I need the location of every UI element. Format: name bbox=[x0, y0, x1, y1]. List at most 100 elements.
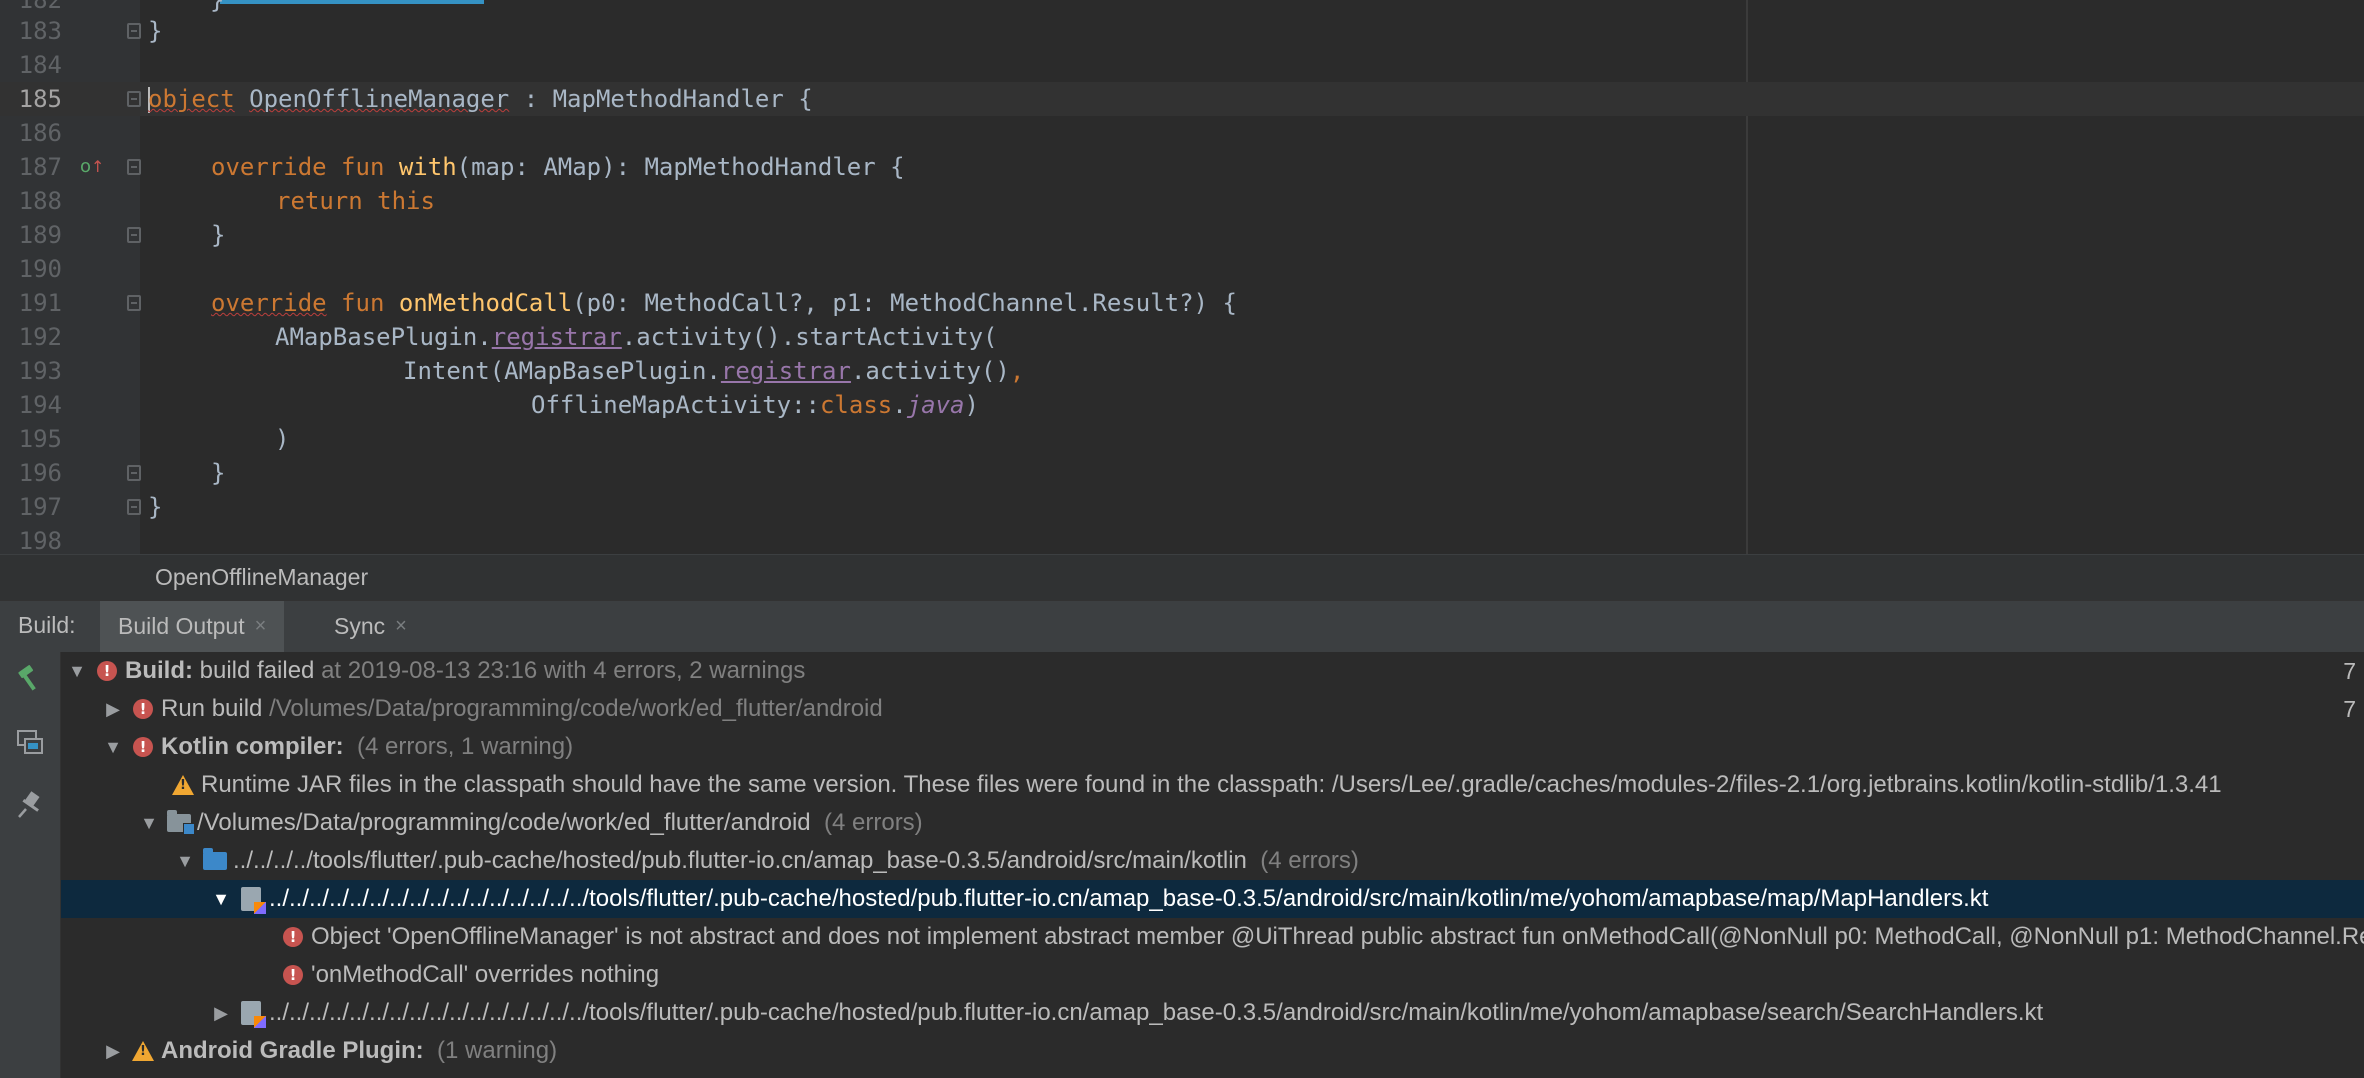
chevron-down-icon[interactable]: ▼ bbox=[209, 880, 233, 918]
tree-row-file-searchhandlers[interactable]: ▶ ../../../../../../../../../../../../..… bbox=[61, 994, 2364, 1032]
line-number: 195 bbox=[18, 425, 62, 453]
tab-build-output[interactable]: Build Output × bbox=[100, 601, 285, 652]
code-editor[interactable]: 182 } 183 } 184 185 object OpenOfflineMa… bbox=[0, 0, 2364, 554]
line-number: 190 bbox=[18, 255, 62, 283]
fold-end-icon[interactable] bbox=[127, 499, 141, 515]
code-text: AMapBasePlugin.registrar.activity().star… bbox=[275, 323, 998, 351]
build-toolbar bbox=[0, 652, 61, 1078]
keyword-token: bject bbox=[162, 85, 235, 113]
code-line-current: 185 object OpenOfflineManager : MapMetho… bbox=[0, 82, 2364, 116]
chevron-down-icon[interactable]: ▼ bbox=[137, 804, 161, 842]
code-text: } bbox=[211, 221, 226, 249]
breadcrumb[interactable]: OpenOfflineManager bbox=[155, 564, 368, 591]
code-line: 192 AMapBasePlugin.registrar.activity().… bbox=[0, 320, 2364, 354]
chevron-right-icon[interactable]: ▶ bbox=[209, 994, 233, 1032]
line-number: 184 bbox=[18, 51, 62, 79]
class-name-token: OpenOfflineManager bbox=[249, 85, 510, 113]
build-duration: 7 bbox=[2343, 658, 2356, 684]
code-text: } bbox=[211, 459, 226, 487]
tree-row-warning-jar[interactable]: Runtime JAR files in the classpath shoul… bbox=[61, 766, 2364, 804]
agp-label: Android Gradle Plugin: bbox=[161, 1037, 424, 1064]
chevron-right-icon[interactable]: ▶ bbox=[101, 1032, 125, 1070]
fold-end-icon[interactable] bbox=[127, 23, 141, 39]
run-build-path: /Volumes/Data/programming/code/work/ed_f… bbox=[269, 695, 883, 722]
close-icon[interactable]: × bbox=[395, 615, 407, 638]
tree-row-source-folder[interactable]: ▼ ../../../../tools/flutter/.pub-cache/h… bbox=[61, 842, 2364, 880]
close-icon[interactable]: × bbox=[255, 615, 267, 638]
code-line: 191 override fun onMethodCall(p0: Method… bbox=[0, 286, 2364, 320]
line-number: 183 bbox=[18, 17, 62, 45]
line-number: 193 bbox=[18, 357, 62, 385]
code-text: Intent(AMapBasePlugin.registrar.activity… bbox=[403, 357, 1025, 385]
keyword-token: o bbox=[148, 85, 163, 113]
error-icon: ! bbox=[281, 918, 305, 956]
tree-row-module[interactable]: ▼ /Volumes/Data/programming/code/work/ed… bbox=[61, 804, 2364, 842]
build-label: Build: bbox=[125, 657, 193, 684]
tree-row-file-maphandlers[interactable]: ▼ ../../../../../../../../../../../../..… bbox=[61, 880, 2364, 918]
code-line: 184 bbox=[0, 48, 2364, 82]
fold-start-icon[interactable] bbox=[127, 295, 141, 311]
module-path: /Volumes/Data/programming/code/work/ed_f… bbox=[197, 809, 811, 836]
line-number: 187 bbox=[18, 153, 62, 181]
line-number: 192 bbox=[18, 323, 62, 351]
line-number: 185 bbox=[18, 85, 62, 113]
fold-end-icon[interactable] bbox=[127, 465, 141, 481]
chevron-down-icon[interactable]: ▼ bbox=[65, 652, 89, 690]
chevron-down-icon[interactable]: ▼ bbox=[101, 728, 125, 766]
line-number: 189 bbox=[18, 221, 62, 249]
code-line: 194 OfflineMapActivity::class.java) bbox=[0, 388, 2364, 422]
code-text: override fun with(map: AMap): MapMethodH… bbox=[211, 153, 905, 181]
hammer-icon[interactable] bbox=[10, 658, 50, 698]
error-icon: ! bbox=[95, 652, 119, 690]
build-output-tree: ▼ ! Build: build failed at 2019-08-13 23… bbox=[61, 652, 2364, 1078]
file-path: ../../../../../../../../../../../../../.… bbox=[269, 885, 1989, 912]
line-number: 186 bbox=[18, 119, 62, 147]
code-text: override fun onMethodCall(p0: MethodCall… bbox=[211, 289, 1237, 317]
chevron-down-icon[interactable]: ▼ bbox=[173, 842, 197, 880]
kotlin-compiler-count: (4 errors, 1 warning) bbox=[357, 733, 574, 760]
line-number: 197 bbox=[18, 493, 62, 521]
tree-row-android-gradle-plugin[interactable]: ▶ Android Gradle Plugin: (1 warning) bbox=[61, 1032, 2364, 1070]
fold-start-icon[interactable] bbox=[127, 159, 141, 175]
code-text: } bbox=[148, 17, 163, 45]
code-line: 188 return this bbox=[0, 184, 2364, 218]
line-number: 188 bbox=[18, 187, 62, 215]
toggle-view-icon[interactable] bbox=[10, 722, 50, 762]
source-folder-path: ../../../../tools/flutter/.pub-cache/hos… bbox=[233, 847, 1247, 874]
tab-label: Build Output bbox=[118, 613, 245, 639]
tree-row-error[interactable]: ! Object 'OpenOfflineManager' is not abs… bbox=[61, 918, 2364, 956]
tree-row-kotlin-compiler[interactable]: ▼ ! Kotlin compiler: (4 errors, 1 warnin… bbox=[61, 728, 2364, 766]
error-icon: ! bbox=[131, 728, 155, 766]
tree-row-build[interactable]: ▼ ! Build: build failed at 2019-08-13 23… bbox=[61, 652, 2364, 690]
code-text: ) bbox=[275, 425, 290, 453]
code-line: 197 } bbox=[0, 490, 2364, 524]
kotlin-compiler-label: Kotlin compiler: bbox=[161, 733, 344, 760]
tree-row-error[interactable]: ! 'onMethodCall' overrides nothing bbox=[61, 956, 2364, 994]
file-path: ../../../../../../../../../../../../../.… bbox=[269, 999, 2044, 1026]
run-build-duration: 7 bbox=[2343, 696, 2356, 722]
module-folder-icon bbox=[167, 804, 195, 842]
code-text: object OpenOfflineManager : MapMethodHan… bbox=[148, 82, 813, 116]
error-message: 'onMethodCall' overrides nothing bbox=[311, 961, 660, 988]
code-line: 183 } bbox=[0, 14, 2364, 48]
source-folder-icon bbox=[203, 842, 227, 880]
breadcrumb-bar: OpenOfflineManager bbox=[0, 554, 2364, 600]
fold-end-icon[interactable] bbox=[127, 227, 141, 243]
line-number: 196 bbox=[18, 459, 62, 487]
fold-start-icon[interactable] bbox=[127, 91, 141, 107]
error-message: Object 'OpenOfflineManager' is not abstr… bbox=[311, 923, 2364, 950]
code-line: 189 } bbox=[0, 218, 2364, 252]
line-number: 191 bbox=[18, 289, 62, 317]
pin-icon[interactable] bbox=[10, 784, 50, 824]
warning-message: Runtime JAR files in the classpath shoul… bbox=[201, 771, 2222, 798]
code-token: : MapMethodHandler { bbox=[509, 85, 813, 113]
tab-label: Sync bbox=[334, 613, 386, 639]
tab-sync[interactable]: Sync × bbox=[316, 601, 425, 652]
override-gutter-icon[interactable]: o↑ bbox=[80, 157, 104, 177]
code-line: 196 } bbox=[0, 456, 2364, 490]
warning-icon bbox=[171, 766, 195, 804]
kotlin-file-icon bbox=[239, 880, 266, 918]
build-status: build failed bbox=[199, 657, 315, 684]
chevron-right-icon[interactable]: ▶ bbox=[101, 690, 125, 728]
tree-row-run-build[interactable]: ▶ ! Run build /Volumes/Data/programming/… bbox=[61, 690, 2364, 728]
